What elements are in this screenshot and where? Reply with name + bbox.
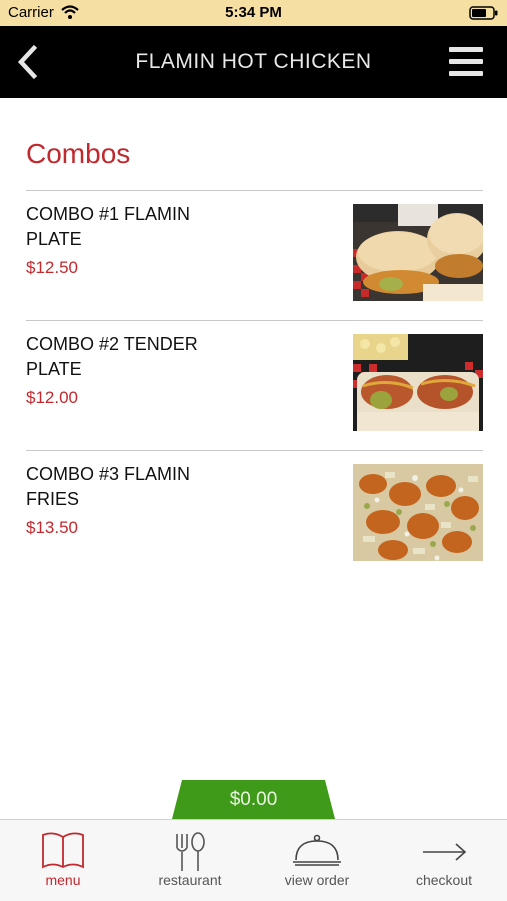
menu-item-combo-1[interactable]: COMBO #1 FLAMIN PLATE $12.50 [0,192,507,320]
item-price: $13.50 [26,518,78,537]
tab-menu[interactable]: menu [0,820,126,901]
item-price: $12.00 [26,388,78,407]
food-photo [353,334,483,431]
cloche-icon [293,834,341,866]
menu-item-combo-3[interactable]: COMBO #3 FLAMIN FRIES $13.50 [0,452,507,580]
section-title: Combos [26,138,131,169]
food-photo [353,204,483,301]
divider [26,450,483,451]
tab-bar: menu restaurant view order checkout [0,819,507,901]
item-name: COMBO #2 TENDER PLATE [26,334,198,379]
status-bar: Carrier 5:34 PM [0,0,507,26]
hamburger-line [449,59,483,64]
tab-label: menu [45,872,81,888]
hamburger-menu-button[interactable] [447,44,487,80]
divider [26,320,483,321]
divider [26,190,483,191]
nav-bar: FLAMIN HOT CHICKEN [0,26,507,98]
tab-checkout[interactable]: checkout [381,820,507,901]
tab-view-order[interactable]: view order [254,820,380,901]
tab-label: restaurant [158,872,222,888]
page-title: FLAMIN HOT CHICKEN [135,50,372,73]
hamburger-line [449,47,483,52]
book-icon [42,832,84,869]
battery-icon [469,6,498,20]
order-total-tab[interactable]: $0.00 [172,780,335,819]
item-price: $12.50 [26,258,78,277]
menu-item-combo-2[interactable]: COMBO #2 TENDER PLATE $12.00 [0,322,507,450]
tab-label: view order [284,872,350,888]
tab-restaurant[interactable]: restaurant [127,820,253,901]
arrow-right-icon [423,843,467,861]
item-name: COMBO #3 FLAMIN FRIES [26,464,191,509]
food-photo [353,464,483,561]
status-time: 5:34 PM [225,4,282,21]
order-total: $0.00 [229,789,278,810]
fork-spoon-icon [176,832,205,871]
hamburger-line [449,71,483,76]
tab-label: checkout [415,872,473,888]
item-name: COMBO #1 FLAMIN PLATE [26,204,191,249]
